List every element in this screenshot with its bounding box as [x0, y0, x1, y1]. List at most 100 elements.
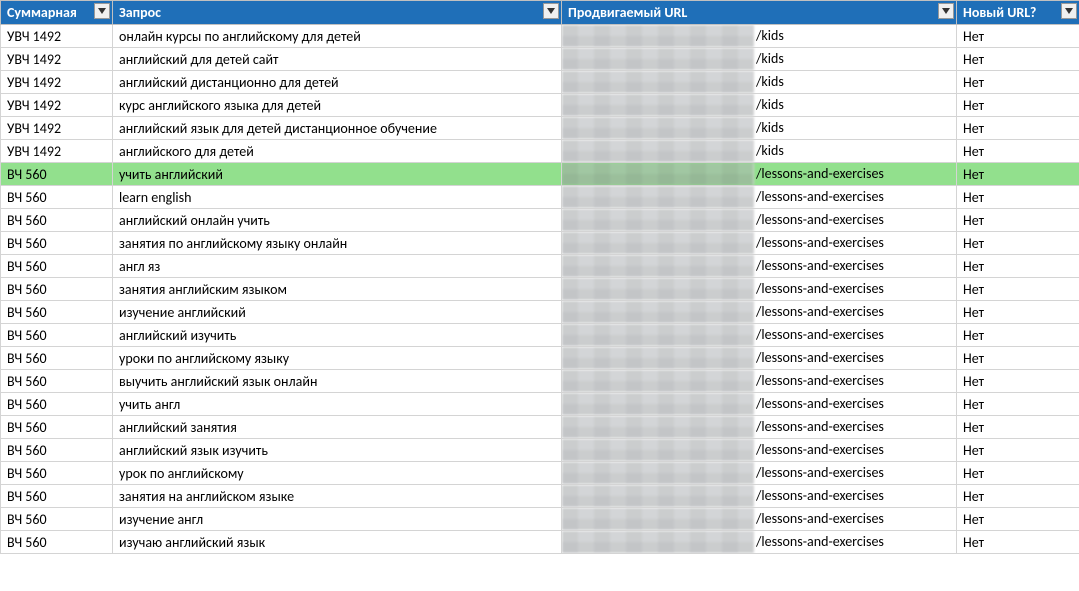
table-row[interactable]: ВЧ 560изучение английский/lessons-and-ex…: [1, 301, 1079, 324]
cell-query[interactable]: английский язык для детей дистанционное …: [113, 117, 562, 140]
filter-dropdown-query[interactable]: [543, 3, 559, 19]
cell-summary[interactable]: ВЧ 560: [1, 508, 113, 531]
table-row[interactable]: УВЧ 1492английский дистанционно для дете…: [1, 71, 1079, 94]
cell-summary[interactable]: УВЧ 1492: [1, 71, 113, 94]
filter-dropdown-url[interactable]: [938, 3, 954, 19]
cell-query[interactable]: английский язык изучить: [113, 439, 562, 462]
cell-new-url[interactable]: Нет: [957, 485, 1079, 508]
cell-new-url[interactable]: Нет: [957, 163, 1079, 186]
cell-query[interactable]: английский дистанционно для детей: [113, 71, 562, 94]
cell-query[interactable]: английский онлайн учить: [113, 209, 562, 232]
cell-url[interactable]: /lessons-and-exercises: [562, 416, 957, 439]
cell-url[interactable]: /kids: [562, 94, 957, 117]
cell-summary[interactable]: ВЧ 560: [1, 163, 113, 186]
cell-query[interactable]: изучение английский: [113, 301, 562, 324]
cell-summary[interactable]: УВЧ 1492: [1, 25, 113, 48]
cell-summary[interactable]: ВЧ 560: [1, 416, 113, 439]
cell-query[interactable]: изучаю английский язык: [113, 531, 562, 554]
cell-url[interactable]: /kids: [562, 25, 957, 48]
cell-url[interactable]: /kids: [562, 48, 957, 71]
cell-new-url[interactable]: Нет: [957, 301, 1079, 324]
cell-query[interactable]: выучить английский язык онлайн: [113, 370, 562, 393]
table-row[interactable]: ВЧ 560занятия английским языком/lessons-…: [1, 278, 1079, 301]
table-row[interactable]: УВЧ 1492английский для детей сайт/kidsНе…: [1, 48, 1079, 71]
cell-new-url[interactable]: Нет: [957, 278, 1079, 301]
cell-summary[interactable]: ВЧ 560: [1, 209, 113, 232]
cell-summary[interactable]: ВЧ 560: [1, 232, 113, 255]
cell-url[interactable]: /lessons-and-exercises: [562, 462, 957, 485]
cell-new-url[interactable]: Нет: [957, 48, 1079, 71]
cell-url[interactable]: /lessons-and-exercises: [562, 255, 957, 278]
cell-url[interactable]: /lessons-and-exercises: [562, 393, 957, 416]
table-row[interactable]: ВЧ 560learn english/lessons-and-exercise…: [1, 186, 1079, 209]
cell-summary[interactable]: ВЧ 560: [1, 531, 113, 554]
cell-new-url[interactable]: Нет: [957, 370, 1079, 393]
table-row[interactable]: ВЧ 560изучаю английский язык/lessons-and…: [1, 531, 1079, 554]
filter-dropdown-summary[interactable]: [94, 3, 110, 19]
cell-url[interactable]: /kids: [562, 140, 957, 163]
cell-url[interactable]: /lessons-and-exercises: [562, 232, 957, 255]
cell-query[interactable]: learn english: [113, 186, 562, 209]
header-summary[interactable]: Суммарная: [1, 1, 113, 25]
cell-query[interactable]: английский занятия: [113, 416, 562, 439]
cell-new-url[interactable]: Нет: [957, 140, 1079, 163]
table-row[interactable]: УВЧ 1492английский язык для детей дистан…: [1, 117, 1079, 140]
table-row[interactable]: ВЧ 560изучение англ/lessons-and-exercise…: [1, 508, 1079, 531]
cell-new-url[interactable]: Нет: [957, 439, 1079, 462]
cell-summary[interactable]: ВЧ 560: [1, 347, 113, 370]
table-row[interactable]: УВЧ 1492онлайн курсы по английскому для …: [1, 25, 1079, 48]
table-row[interactable]: ВЧ 560английский занятия/lessons-and-exe…: [1, 416, 1079, 439]
cell-new-url[interactable]: Нет: [957, 416, 1079, 439]
table-row[interactable]: ВЧ 560английский изучить/lessons-and-exe…: [1, 324, 1079, 347]
table-row[interactable]: ВЧ 560англ яз/lessons-and-exercisesНет: [1, 255, 1079, 278]
cell-new-url[interactable]: Нет: [957, 186, 1079, 209]
table-row[interactable]: УВЧ 1492английского для детей/kidsНет: [1, 140, 1079, 163]
cell-new-url[interactable]: Нет: [957, 209, 1079, 232]
cell-url[interactable]: /kids: [562, 117, 957, 140]
cell-url[interactable]: /lessons-and-exercises: [562, 439, 957, 462]
header-url[interactable]: Продвигаемый URL: [562, 1, 957, 25]
cell-new-url[interactable]: Нет: [957, 255, 1079, 278]
cell-url[interactable]: /lessons-and-exercises: [562, 324, 957, 347]
cell-new-url[interactable]: Нет: [957, 324, 1079, 347]
cell-new-url[interactable]: Нет: [957, 117, 1079, 140]
table-row[interactable]: УВЧ 1492курс английского языка для детей…: [1, 94, 1079, 117]
cell-summary[interactable]: УВЧ 1492: [1, 140, 113, 163]
table-row[interactable]: ВЧ 560занятия по английскому языку онлай…: [1, 232, 1079, 255]
cell-url[interactable]: /lessons-and-exercises: [562, 163, 957, 186]
cell-summary[interactable]: ВЧ 560: [1, 393, 113, 416]
cell-query[interactable]: учить англ: [113, 393, 562, 416]
cell-new-url[interactable]: Нет: [957, 232, 1079, 255]
cell-url[interactable]: /lessons-and-exercises: [562, 186, 957, 209]
cell-new-url[interactable]: Нет: [957, 347, 1079, 370]
cell-url[interactable]: /lessons-and-exercises: [562, 485, 957, 508]
cell-summary[interactable]: ВЧ 560: [1, 301, 113, 324]
cell-summary[interactable]: УВЧ 1492: [1, 48, 113, 71]
table-row[interactable]: ВЧ 560выучить английский язык онлайн/les…: [1, 370, 1079, 393]
cell-query[interactable]: английский изучить: [113, 324, 562, 347]
cell-summary[interactable]: ВЧ 560: [1, 485, 113, 508]
cell-new-url[interactable]: Нет: [957, 508, 1079, 531]
cell-query[interactable]: занятия по английскому языку онлайн: [113, 232, 562, 255]
cell-summary[interactable]: ВЧ 560: [1, 370, 113, 393]
cell-summary[interactable]: ВЧ 560: [1, 462, 113, 485]
table-row[interactable]: ВЧ 560учить английский/lessons-and-exerc…: [1, 163, 1079, 186]
cell-query[interactable]: изучение англ: [113, 508, 562, 531]
cell-query[interactable]: англ яз: [113, 255, 562, 278]
table-row[interactable]: ВЧ 560английский онлайн учить/lessons-an…: [1, 209, 1079, 232]
cell-url[interactable]: /kids: [562, 71, 957, 94]
cell-url[interactable]: /lessons-and-exercises: [562, 370, 957, 393]
cell-query[interactable]: занятия английским языком: [113, 278, 562, 301]
cell-new-url[interactable]: Нет: [957, 25, 1079, 48]
table-row[interactable]: ВЧ 560учить англ/lessons-and-exercisesНе…: [1, 393, 1079, 416]
table-row[interactable]: ВЧ 560уроки по английскому языку/lessons…: [1, 347, 1079, 370]
cell-summary[interactable]: ВЧ 560: [1, 255, 113, 278]
table-row[interactable]: ВЧ 560английский язык изучить/lessons-an…: [1, 439, 1079, 462]
table-row[interactable]: ВЧ 560занятия на английском языке/lesson…: [1, 485, 1079, 508]
cell-url[interactable]: /lessons-and-exercises: [562, 531, 957, 554]
cell-query[interactable]: онлайн курсы по английскому для детей: [113, 25, 562, 48]
cell-query[interactable]: учить английский: [113, 163, 562, 186]
cell-query[interactable]: английский для детей сайт: [113, 48, 562, 71]
cell-summary[interactable]: УВЧ 1492: [1, 117, 113, 140]
cell-query[interactable]: уроки по английскому языку: [113, 347, 562, 370]
